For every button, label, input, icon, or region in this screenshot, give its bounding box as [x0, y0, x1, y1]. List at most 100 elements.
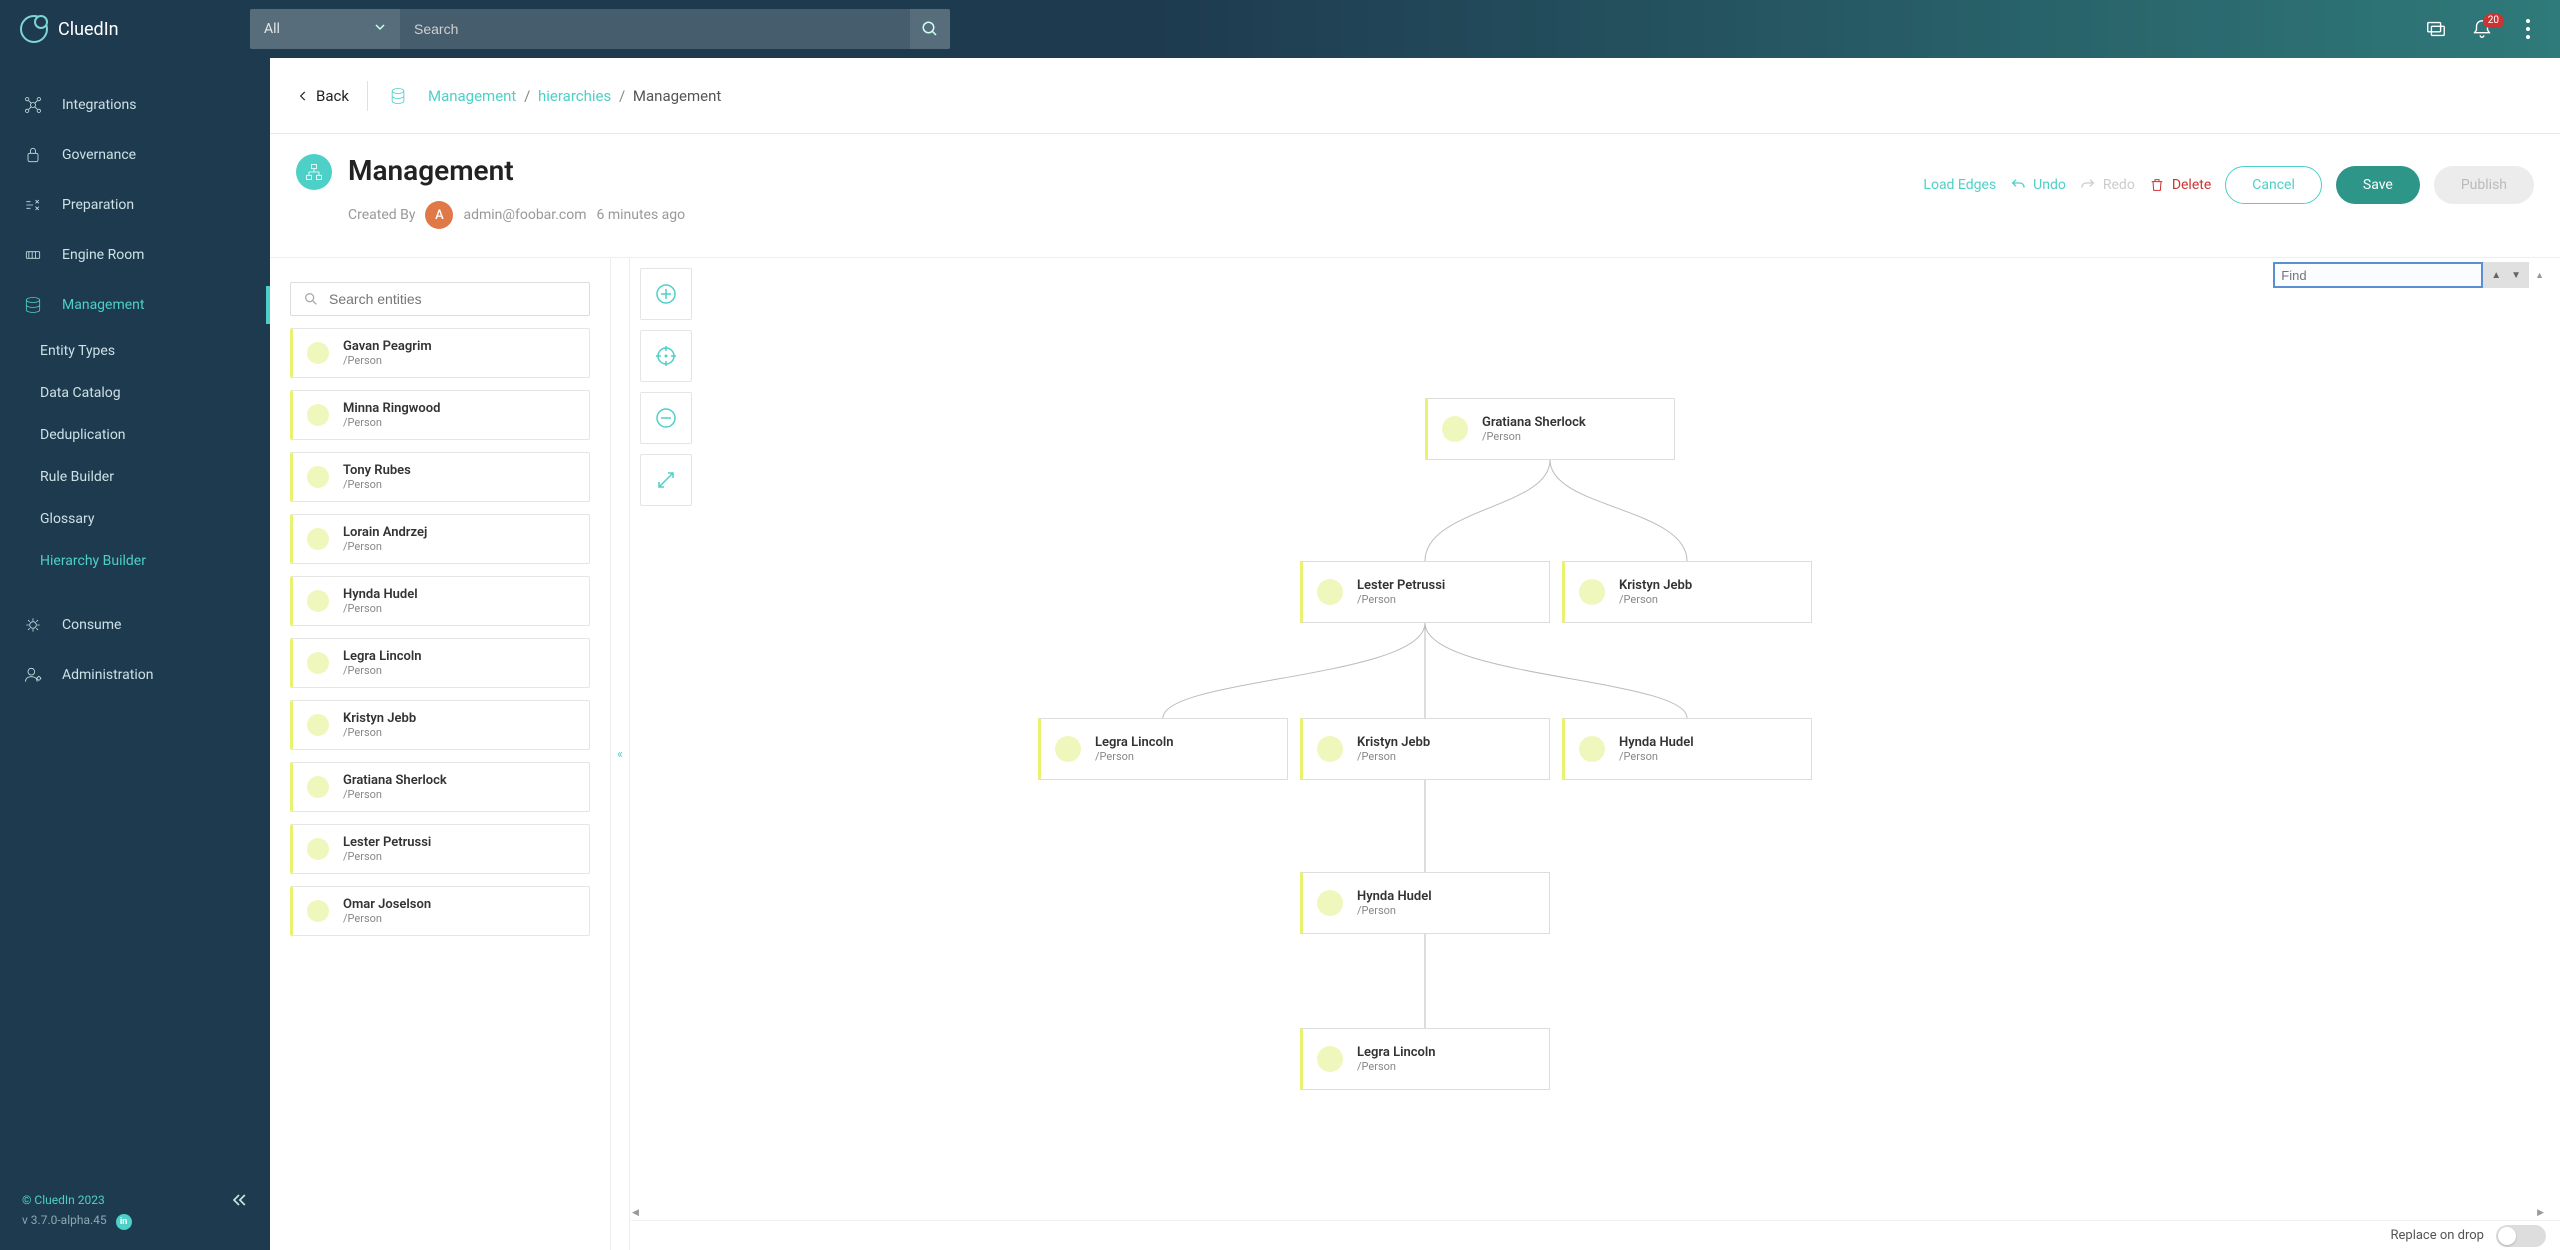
search-icon: [921, 20, 939, 38]
find-next-button[interactable]: ▼: [2511, 270, 2521, 281]
sidebar-sub-label: Deduplication: [40, 427, 126, 443]
person-icon: [307, 404, 329, 426]
scroll-right-button[interactable]: ▶: [2537, 1208, 2544, 1218]
entity-card[interactable]: Omar Joselson/Person: [290, 886, 590, 936]
remove-node-button[interactable]: [640, 392, 692, 444]
node-type: /Person: [1619, 593, 1692, 606]
sidebar-submenu: Entity Types Data Catalog Deduplication …: [0, 330, 270, 582]
add-node-button[interactable]: [640, 268, 692, 320]
redo-button[interactable]: Redo: [2080, 177, 2135, 193]
delete-button[interactable]: Delete: [2149, 177, 2211, 193]
sidebar-item-consume[interactable]: Consume: [0, 600, 270, 650]
entity-card[interactable]: Tony Rubes/Person: [290, 452, 590, 502]
topbar-actions: 20: [2424, 17, 2540, 41]
breadcrumb-root[interactable]: Management: [428, 87, 516, 105]
sidebar-item-integrations[interactable]: Integrations: [0, 80, 270, 130]
content: Back Management / hierarchies / Manageme…: [270, 58, 2560, 1250]
cancel-button[interactable]: Cancel: [2225, 166, 2322, 204]
find-input[interactable]: [2273, 262, 2483, 288]
search-filter-label: All: [264, 21, 280, 37]
find-nav: ▲ ▼: [2483, 262, 2529, 288]
action-label: Undo: [2033, 177, 2066, 193]
publish-button[interactable]: Publish: [2434, 166, 2534, 204]
created-ago: 6 minutes ago: [596, 207, 685, 223]
entity-card[interactable]: Gratiana Sherlock/Person: [290, 762, 590, 812]
linkedin-icon[interactable]: in: [116, 1214, 132, 1230]
back-button[interactable]: Back: [296, 87, 349, 105]
global-search-input[interactable]: [400, 9, 910, 49]
back-label: Back: [316, 87, 349, 105]
hierarchy-node[interactable]: Legra Lincoln/Person: [1038, 718, 1288, 780]
entity-card[interactable]: Lorain Andrzej/Person: [290, 514, 590, 564]
entity-card[interactable]: Lester Petrussi/Person: [290, 824, 590, 874]
more-menu-button[interactable]: [2516, 17, 2540, 41]
scroll-left-button[interactable]: ◀: [632, 1208, 639, 1218]
node-type: /Person: [1619, 750, 1694, 763]
scroll-up-button[interactable]: ▲: [2535, 270, 2544, 281]
sidebar-item-label: Consume: [62, 617, 121, 633]
entity-card[interactable]: Hynda Hudel/Person: [290, 576, 590, 626]
sidebar-item-preparation[interactable]: Preparation: [0, 180, 270, 230]
hierarchy-node[interactable]: Hynda Hudel/Person: [1300, 872, 1550, 934]
copyright: © CluedIn 2023: [22, 1193, 248, 1207]
center-button[interactable]: [640, 330, 692, 382]
sidebar-item-administration[interactable]: Administration: [0, 650, 270, 700]
preparation-icon: [22, 194, 44, 216]
entity-card[interactable]: Legra Lincoln/Person: [290, 638, 590, 688]
action-label: Load Edges: [1923, 177, 1996, 193]
sidebar-sub-rule-builder[interactable]: Rule Builder: [40, 456, 270, 498]
hierarchy-node[interactable]: Hynda Hudel/Person: [1562, 718, 1812, 780]
sidebar-sub-glossary[interactable]: Glossary: [40, 498, 270, 540]
person-icon: [307, 466, 329, 488]
management-icon: [22, 294, 44, 316]
hierarchy-node[interactable]: Gratiana Sherlock/Person: [1425, 398, 1675, 460]
button-label: Cancel: [2252, 177, 2295, 193]
horizontal-scrollbar[interactable]: ◀ ▶: [630, 1206, 2546, 1220]
chevron-double-left-icon: [229, 1190, 249, 1210]
node-type: /Person: [1357, 1060, 1436, 1073]
sidebar-sub-hierarchy-builder[interactable]: Hierarchy Builder: [40, 540, 270, 582]
brand[interactable]: CluedIn: [20, 15, 250, 43]
sidebar-sub-data-catalog[interactable]: Data Catalog: [40, 372, 270, 414]
entity-card[interactable]: Gavan Peagrim/Person: [290, 328, 590, 378]
save-button[interactable]: Save: [2336, 166, 2420, 204]
person-icon: [1317, 579, 1343, 605]
search-button[interactable]: [910, 9, 950, 49]
person-icon: [307, 342, 329, 364]
sidebar: Integrations Governance Preparation Engi…: [0, 58, 270, 1250]
search-filter-dropdown[interactable]: All: [250, 9, 400, 49]
search-icon: [303, 291, 319, 307]
entity-card[interactable]: Kristyn Jebb/Person: [290, 700, 590, 750]
person-icon: [1579, 579, 1605, 605]
node-name: Hynda Hudel: [1619, 735, 1694, 750]
hierarchy-node[interactable]: Lester Petrussi/Person: [1300, 561, 1550, 623]
notifications-button[interactable]: 20: [2470, 17, 2494, 41]
fit-button[interactable]: [640, 454, 692, 506]
hierarchy-node[interactable]: Legra Lincoln/Person: [1300, 1028, 1550, 1090]
sidebar-item-governance[interactable]: Governance: [0, 130, 270, 180]
chevron-down-icon: [374, 21, 386, 37]
hierarchy-canvas[interactable]: ▲ ▼ ▲ Gratian: [630, 258, 2560, 1250]
node-name: Hynda Hudel: [1357, 889, 1432, 904]
node-type: /Person: [1357, 904, 1432, 917]
entity-type: /Person: [343, 540, 427, 553]
page-title: Management: [348, 154, 685, 187]
breadcrumb-hierarchies[interactable]: hierarchies: [538, 87, 611, 105]
sidebar-item-management[interactable]: Management: [0, 280, 270, 330]
avatar: A: [425, 201, 453, 229]
entity-card[interactable]: Minna Ringwood/Person: [290, 390, 590, 440]
hierarchy-node[interactable]: Kristyn Jebb/Person: [1562, 561, 1812, 623]
entity-search-input[interactable]: [329, 291, 577, 307]
replace-on-drop-toggle[interactable]: [2496, 1225, 2546, 1247]
sidebar-sub-entity-types[interactable]: Entity Types: [40, 330, 270, 372]
find-prev-button[interactable]: ▲: [2491, 270, 2501, 281]
collapse-sidebar-button[interactable]: [226, 1187, 252, 1213]
hierarchy-node[interactable]: Kristyn Jebb/Person: [1300, 718, 1550, 780]
undo-button[interactable]: Undo: [2010, 177, 2066, 193]
entity-type: /Person: [343, 788, 447, 801]
load-edges-button[interactable]: Load Edges: [1923, 177, 1996, 193]
sidebar-sub-deduplication[interactable]: Deduplication: [40, 414, 270, 456]
messages-button[interactable]: [2424, 17, 2448, 41]
collapse-entity-panel-button[interactable]: «: [610, 258, 630, 1250]
sidebar-item-engine-room[interactable]: Engine Room: [0, 230, 270, 280]
